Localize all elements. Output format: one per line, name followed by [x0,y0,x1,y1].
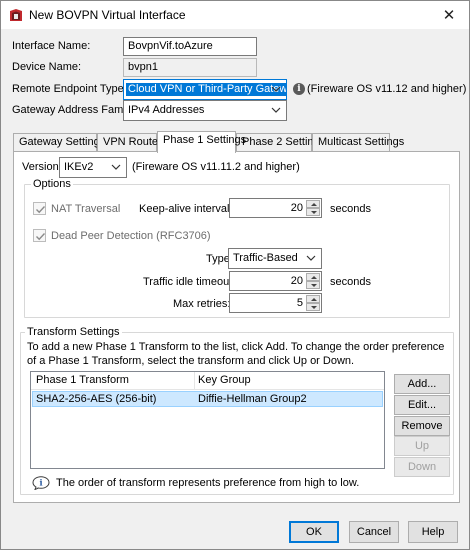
spin-up-icon[interactable] [306,295,320,303]
add-transform-button[interactable]: Add... [394,374,450,394]
max-retries-stepper[interactable]: 5 [229,293,322,313]
interface-name-label: Interface Name: [12,40,91,52]
remote-endpoint-type-select[interactable]: Cloud VPN or Third-Party Gateway [123,79,287,100]
max-retries-label: Max retries: [173,298,231,310]
dead-peer-detection-label: Dead Peer Detection (RFC3706) [51,230,211,242]
table-row[interactable]: SHA2-256-AES (256-bit) Diffie-Hellman Gr… [32,391,383,407]
device-name-label: Device Name: [12,61,82,73]
options-group-title: Options [31,178,73,190]
keepalive-unit: seconds [330,203,371,215]
transform-settings-title: Transform Settings [25,326,122,338]
remote-endpoint-type-label: Remote Endpoint Type: [12,83,127,95]
dpd-type-value: Traffic-Based [233,252,298,264]
cancel-button[interactable]: Cancel [349,521,399,543]
spin-up-icon[interactable] [306,273,320,281]
gateway-address-family-value: IPv4 Addresses [128,104,205,116]
remote-endpoint-type-value: Cloud VPN or Third-Party Gateway [126,83,286,96]
app-icon [9,8,23,22]
tab-vpn-routes[interactable]: VPN Routes [97,133,164,152]
device-name-field: bvpn1 [123,58,257,77]
version-label: Version: [22,161,62,173]
column-header-key-group[interactable]: Key Group [198,374,251,386]
spin-down-icon[interactable] [306,281,320,289]
spin-up-icon[interactable] [306,200,320,208]
tab-gateway-settings[interactable]: Gateway Settings [13,133,105,152]
version-select[interactable]: IKEv2 [59,157,127,178]
row-transform-cell: SHA2-256-AES (256-bit) [36,393,157,405]
dpd-type-select[interactable]: Traffic-Based [228,248,322,269]
traffic-idle-timeout-value: 20 [290,275,303,287]
help-button[interactable]: Help [408,521,458,543]
row-key-group-cell: Diffie-Hellman Group2 [198,393,307,405]
phase1-settings-panel: Version: IKEv2 (Fireware OS v11.11.2 and… [13,151,460,503]
checkmark-icon [36,206,46,214]
keepalive-interval-stepper[interactable]: 20 [229,198,322,218]
nat-traversal-checkbox[interactable] [33,202,46,215]
checkmark-icon [36,233,46,241]
chevron-down-icon [306,253,316,263]
edit-transform-button[interactable]: Edit... [394,395,450,415]
transform-list-header: Phase 1 Transform Key Group [31,372,384,390]
transform-settings-group: Transform Settings To add a new Phase 1 … [20,326,454,495]
spin-down-icon[interactable] [306,303,320,311]
version-value: IKEv2 [64,161,94,173]
info-icon: i [293,83,305,95]
chevron-down-icon [271,105,281,115]
traffic-idle-timeout-stepper[interactable]: 20 [229,271,322,291]
gateway-address-family-label: Gateway Address Family: [12,104,137,116]
chevron-down-icon [111,162,121,172]
svg-text:i: i [39,478,42,488]
info-balloon-icon: i [32,476,50,491]
traffic-idle-timeout-unit: seconds [330,276,371,288]
options-group: Options NAT Traversal Keep-alive interva… [24,178,450,318]
column-header-phase1-transform[interactable]: Phase 1 Transform [36,374,129,386]
interface-name-field[interactable]: BovpnVif.toAzure [123,37,257,56]
remote-endpoint-note: (Fireware OS v11.12 and higher) [307,83,467,95]
chevron-down-icon [271,84,281,94]
title-bar: New BOVPN Virtual Interface ✕ [1,1,469,29]
remove-transform-button[interactable]: Remove [394,416,450,436]
keepalive-interval-value: 20 [290,202,303,214]
tab-phase2-settings[interactable]: Phase 2 Settings [236,133,325,152]
transform-order-note: The order of transform represents prefer… [56,477,360,489]
ok-button[interactable]: OK [289,521,339,543]
dead-peer-detection-checkbox[interactable] [33,229,46,242]
tab-multicast-settings[interactable]: Multicast Settings [312,133,404,152]
version-note: (Fireware OS v11.11.2 and higher) [132,161,300,173]
tab-phase1-settings[interactable]: Phase 1 Settings [157,131,246,153]
dialog-window: New BOVPN Virtual Interface ✕ Interface … [0,0,470,550]
max-retries-value: 5 [296,297,303,309]
gateway-address-family-select[interactable]: IPv4 Addresses [123,100,287,121]
traffic-idle-timeout-label: Traffic idle timeout: [143,276,236,288]
window-title: New BOVPN Virtual Interface [29,8,186,22]
transform-list[interactable]: Phase 1 Transform Key Group SHA2-256-AES… [30,371,385,469]
close-icon[interactable]: ✕ [429,1,469,29]
keepalive-interval-label: Keep-alive interval: [139,203,233,215]
move-down-button[interactable]: Down [394,457,450,477]
move-up-button[interactable]: Up [394,436,450,456]
spin-down-icon[interactable] [306,208,320,216]
nat-traversal-label: NAT Traversal [51,203,121,215]
transform-description: To add a new Phase 1 Transform to the li… [27,341,445,367]
